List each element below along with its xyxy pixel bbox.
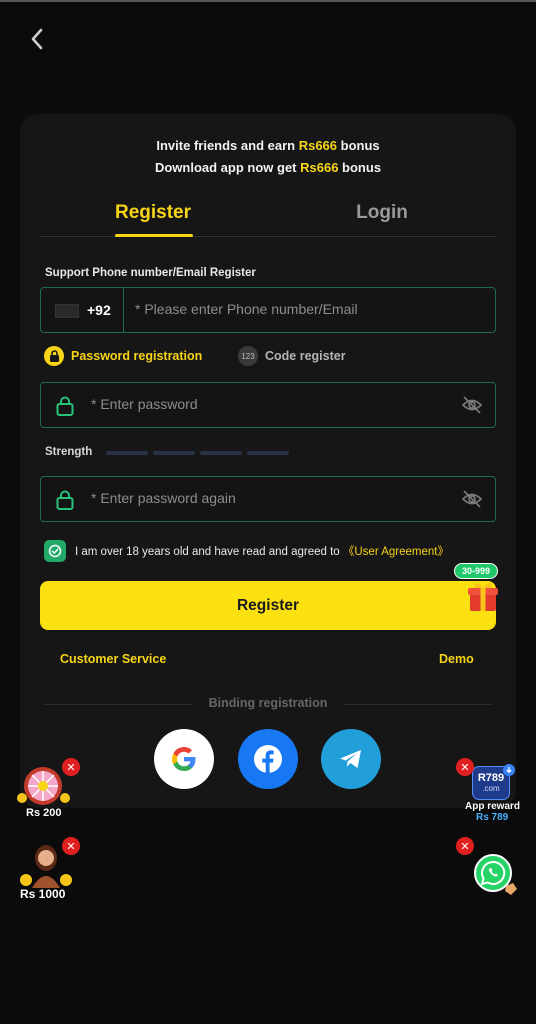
code-register-option[interactable]: 123 Code register (238, 346, 346, 366)
whatsapp-icon (474, 854, 517, 895)
user-agreement-link[interactable]: 《User Agreement》 (343, 546, 449, 558)
promo-download: Download app now get Rs666 bonus (154, 160, 382, 175)
phone-field-label: Support Phone number/Email Register (45, 267, 256, 279)
customer-service-link[interactable]: Customer Service (60, 652, 166, 666)
close-icon[interactable]: ✕ (62, 758, 80, 776)
country-code-divider (123, 288, 124, 332)
lady-reward-amount: Rs 1000 (20, 887, 66, 901)
lock-icon (44, 346, 64, 366)
confirm-password-field[interactable]: * Enter password again (40, 476, 496, 522)
top-status-line (0, 0, 536, 2)
agreement-checkbox[interactable] (44, 540, 66, 562)
download-badge-icon (503, 764, 515, 776)
eye-off-icon[interactable] (461, 395, 483, 415)
close-icon[interactable]: ✕ (456, 837, 474, 855)
bonus-range-badge: 30-999 (454, 563, 499, 579)
password-registration-option[interactable]: Password registration (44, 346, 202, 366)
tab-register[interactable]: Register (93, 202, 213, 224)
country-code[interactable]: +92 (87, 302, 111, 318)
demo-link[interactable]: Demo (439, 652, 474, 666)
wheel-reward-amount: Rs 200 (26, 807, 62, 819)
register-button[interactable]: Register (40, 581, 496, 630)
strength-segment (153, 451, 195, 455)
numeric-code-icon: 123 (238, 346, 258, 366)
facebook-login-button[interactable] (238, 729, 298, 789)
app-reward-label: App reward (465, 801, 521, 812)
promo-invite-amount: Rs666 (298, 138, 338, 153)
binding-registration-label: Binding registration (208, 696, 328, 710)
eye-off-icon[interactable] (461, 489, 483, 509)
check-icon (48, 544, 62, 558)
lock-icon (56, 490, 74, 510)
strength-segment (247, 451, 289, 455)
active-tab-indicator (115, 234, 193, 237)
tabs-divider (40, 236, 496, 237)
whatsapp-widget[interactable] (472, 852, 520, 898)
promo-download-amount: Rs666 (300, 160, 339, 175)
back-button[interactable] (22, 24, 52, 54)
strength-segment (106, 451, 148, 455)
confirm-password-input[interactable]: * Enter password again (91, 490, 236, 506)
phone-email-field[interactable]: +92 * Please enter Phone number/Email (40, 287, 496, 333)
google-icon (172, 747, 196, 771)
lock-icon (56, 396, 74, 416)
strength-label: Strength (45, 446, 93, 458)
telegram-login-button[interactable] (321, 729, 381, 789)
tab-login[interactable]: Login (322, 202, 442, 224)
phone-email-input[interactable]: * Please enter Phone number/Email (135, 301, 358, 317)
app-reward-amount: Rs 789 (476, 812, 509, 823)
telegram-icon (340, 750, 361, 768)
chevron-left-icon (31, 28, 43, 50)
country-flag-icon[interactable] (55, 304, 79, 318)
password-field[interactable]: * Enter password (40, 382, 496, 428)
strength-segment (200, 451, 242, 455)
gift-icon (468, 583, 498, 611)
google-login-button[interactable] (154, 729, 214, 789)
code-register-label: Code register (265, 349, 346, 363)
password-registration-label: Password registration (71, 349, 203, 363)
promo-invite: Invite friends and earn Rs666 bonus (156, 138, 380, 153)
agreement-text: I am over 18 years old and have read and… (75, 546, 449, 558)
register-card: Invite friends and earn Rs666 bonus Down… (20, 114, 516, 808)
close-icon[interactable]: ✕ (456, 758, 474, 776)
close-icon[interactable]: ✕ (62, 837, 80, 855)
facebook-icon (254, 745, 282, 773)
password-input[interactable]: * Enter password (91, 396, 198, 412)
